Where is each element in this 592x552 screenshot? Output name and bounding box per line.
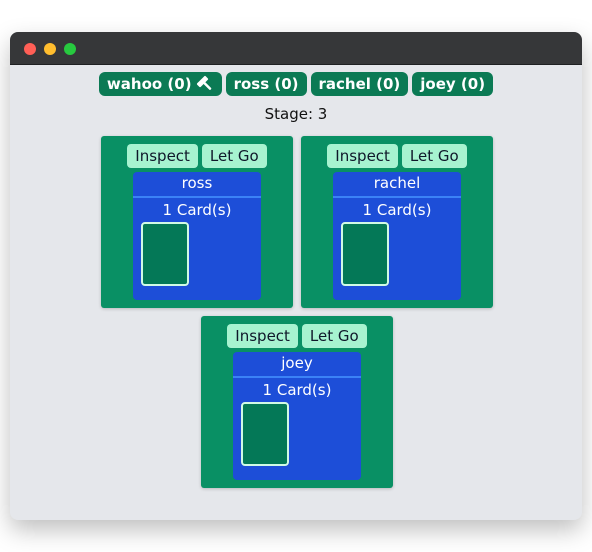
inspect-button[interactable]: Inspect (227, 324, 298, 348)
player-pill-wahoo: wahoo (0) (98, 72, 222, 96)
player-label: joey (0) (420, 75, 486, 93)
face-down-card[interactable] (341, 222, 389, 286)
player-label: ross (0) (233, 75, 299, 93)
hand-card-count: 1 Card(s) (262, 381, 332, 399)
panel-actions: Inspect Let Go (301, 144, 493, 168)
inspect-button[interactable]: Inspect (127, 144, 198, 168)
app-window: wahoo (0) ross (0) rachel (0) joey (0) S… (10, 32, 582, 520)
window-titlebar (10, 32, 582, 65)
player-pill-rachel: rachel (0) (310, 72, 409, 96)
player-label: rachel (0) (318, 75, 401, 93)
hand-area: rachel 1 Card(s) (333, 172, 461, 300)
let-go-button[interactable]: Let Go (401, 144, 467, 168)
hand-owner-name: ross (133, 172, 261, 198)
minimize-window-button[interactable] (44, 43, 56, 55)
player-panel-rachel: Inspect Let Go rachel 1 Card(s) (301, 136, 493, 308)
hand-area: ross 1 Card(s) (133, 172, 261, 300)
player-list: wahoo (0) ross (0) rachel (0) joey (0) (10, 72, 582, 96)
stage-label: Stage: 3 (264, 105, 328, 123)
hand-card-count: 1 Card(s) (362, 201, 432, 219)
hand-owner-name: rachel (333, 172, 461, 198)
panel-actions: Inspect Let Go (201, 324, 393, 348)
maximize-window-button[interactable] (64, 43, 76, 55)
inspect-button[interactable]: Inspect (327, 144, 398, 168)
hand-card-count: 1 Card(s) (162, 201, 232, 219)
let-go-button[interactable]: Let Go (301, 324, 367, 348)
hammer-icon (196, 75, 211, 90)
face-down-card[interactable] (141, 222, 189, 286)
close-window-button[interactable] (24, 43, 36, 55)
let-go-button[interactable]: Let Go (201, 144, 267, 168)
player-pill-ross: ross (0) (225, 72, 307, 96)
player-label: wahoo (0) (106, 75, 192, 93)
hand-area: joey 1 Card(s) (233, 352, 361, 480)
panel-actions: Inspect Let Go (101, 144, 293, 168)
face-down-card[interactable] (241, 402, 289, 466)
player-pill-joey: joey (0) (412, 72, 494, 96)
player-panel-joey: Inspect Let Go joey 1 Card(s) (201, 316, 393, 488)
player-panel-ross: Inspect Let Go ross 1 Card(s) (101, 136, 293, 308)
hand-owner-name: joey (233, 352, 361, 378)
